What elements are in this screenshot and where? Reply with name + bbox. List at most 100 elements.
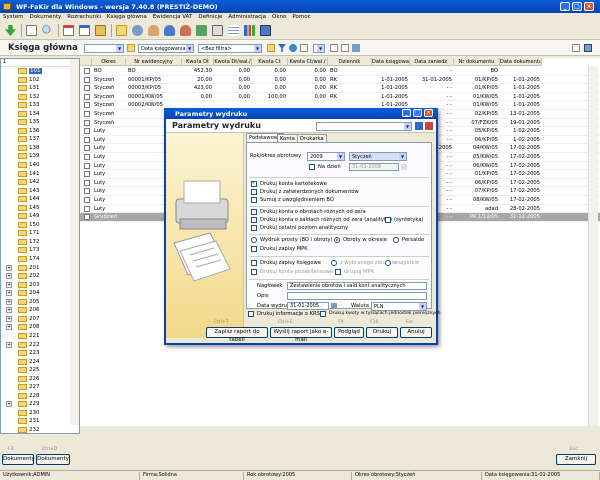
tree-item[interactable]: +205 bbox=[1, 298, 79, 307]
network-icon[interactable] bbox=[194, 23, 209, 38]
radio-wszystkie[interactable] bbox=[385, 260, 391, 266]
tree-item[interactable]: 230 bbox=[1, 409, 79, 418]
dialog-close-button[interactable]: × bbox=[424, 109, 433, 117]
opt-konta-kartotekowe[interactable] bbox=[251, 180, 257, 187]
chart-icon[interactable] bbox=[242, 23, 257, 38]
expand-icon[interactable]: + bbox=[6, 264, 12, 271]
tree-item[interactable]: +201 bbox=[1, 264, 79, 273]
folder-icon[interactable] bbox=[114, 23, 129, 38]
report-icon[interactable] bbox=[61, 23, 76, 38]
tree-item[interactable]: +208 bbox=[1, 323, 79, 332]
open-icon[interactable] bbox=[127, 44, 135, 52]
tree-item[interactable]: 131 bbox=[1, 84, 79, 93]
filter-icon[interactable] bbox=[278, 44, 286, 52]
row-checkbox[interactable] bbox=[84, 145, 90, 152]
tree-item[interactable]: 142 bbox=[1, 178, 79, 187]
tree-scrollbar[interactable] bbox=[70, 59, 79, 425]
menu-system[interactable]: System bbox=[0, 13, 27, 20]
account-tree[interactable]: 1 101 102 131 132 133 134 135 136 137 138 139 140 14… bbox=[0, 58, 80, 434]
tree-item[interactable]: 145 bbox=[1, 204, 79, 213]
page-icon[interactable] bbox=[300, 44, 308, 52]
tree-item[interactable]: 225 bbox=[1, 366, 79, 375]
row-checkbox[interactable] bbox=[84, 102, 90, 109]
opis-input[interactable] bbox=[287, 292, 427, 300]
settings-icon[interactable] bbox=[130, 23, 145, 38]
column-header[interactable]: Kwota Dt/wal./ bbox=[214, 58, 252, 66]
panel-toggle-icon[interactable] bbox=[584, 44, 592, 52]
column-header[interactable]: Data księgowania bbox=[372, 58, 410, 66]
tree-item[interactable]: 174 bbox=[1, 255, 79, 264]
tree-item[interactable]: 135 bbox=[1, 118, 79, 127]
row-checkbox[interactable] bbox=[84, 136, 90, 143]
column-header[interactable]: Data dokumentu bbox=[500, 58, 542, 66]
export-icon[interactable] bbox=[341, 44, 349, 52]
tree-item[interactable]: 140 bbox=[1, 161, 79, 170]
tree-item[interactable]: 173 bbox=[1, 246, 79, 255]
column-header[interactable]: Kwota Ct/wal./ bbox=[288, 58, 328, 66]
save-report-button[interactable]: Zapisz raport do tabeli bbox=[206, 327, 268, 343]
expand-icon[interactable]: + bbox=[6, 281, 12, 288]
opt-ostatni-poziom[interactable] bbox=[251, 225, 257, 231]
opt-salda-rozne[interactable] bbox=[251, 217, 257, 223]
table-row[interactable]: Styczeń 00003/KP/05 423,00 0,00 0,00 0,00 RK 1-… bbox=[80, 84, 600, 93]
book-icon[interactable] bbox=[258, 23, 273, 38]
tree-item[interactable]: +204 bbox=[1, 289, 79, 298]
radio-obroty-w-okresie[interactable] bbox=[334, 237, 340, 243]
naglowek-input[interactable]: Zestawienie obrotów i sald kont analityc… bbox=[287, 282, 427, 290]
radio-z-wybranego[interactable] bbox=[331, 260, 337, 266]
na-dzien-calendar-icon[interactable] bbox=[401, 164, 407, 170]
filter-combo[interactable]: <Bez filtra> ▼ bbox=[198, 44, 262, 53]
row-checkbox[interactable] bbox=[84, 205, 90, 212]
search-icon[interactable] bbox=[40, 23, 55, 38]
columns-setup-icon[interactable] bbox=[572, 44, 580, 52]
tree-item[interactable]: 101 bbox=[1, 67, 79, 76]
opt-sumuj-bo[interactable] bbox=[251, 197, 257, 203]
tree-item[interactable]: 143 bbox=[1, 187, 79, 196]
tree-item[interactable]: 132 bbox=[1, 93, 79, 102]
tree-item[interactable]: +229 bbox=[1, 400, 79, 409]
column-header[interactable]: Data zaniedz. bbox=[410, 58, 454, 66]
dialog-maximize-button[interactable]: □ bbox=[413, 109, 422, 117]
row-checkbox[interactable] bbox=[84, 162, 90, 169]
print-button[interactable]: Drukuj bbox=[366, 327, 398, 338]
tree-item[interactable]: 133 bbox=[1, 101, 79, 110]
calendar-icon[interactable] bbox=[77, 23, 92, 38]
tree-item[interactable]: 102 bbox=[1, 76, 79, 85]
tree-item[interactable]: +222 bbox=[1, 341, 79, 350]
tree-item[interactable]: 134 bbox=[1, 110, 79, 119]
tree-item[interactable]: 149 bbox=[1, 212, 79, 221]
opt-konta-pozabilansowe[interactable] bbox=[251, 269, 257, 275]
table-row[interactable]: BO BO 452,30 0,00 0,00 0,00 BO - BO bbox=[80, 67, 600, 76]
na-dzien-input[interactable]: 31-01-2009 bbox=[349, 163, 399, 171]
tree-item[interactable]: 171 bbox=[1, 229, 79, 238]
radio-wydruk-prosty[interactable] bbox=[251, 237, 257, 243]
maximize-button[interactable]: □ bbox=[572, 2, 582, 11]
tree-item[interactable]: 138 bbox=[1, 144, 79, 153]
tree-item[interactable]: 223 bbox=[1, 349, 79, 358]
email-report-button[interactable]: Wyślij raport jako e-mail bbox=[270, 327, 332, 343]
tree-item[interactable]: 139 bbox=[1, 152, 79, 161]
data-wydruku-input[interactable]: 31-01-2005 bbox=[287, 302, 329, 310]
expand-icon[interactable]: + bbox=[6, 341, 12, 348]
cancel-button[interactable]: Anuluj bbox=[400, 327, 432, 338]
print-icon[interactable] bbox=[330, 44, 338, 52]
column-header[interactable]: Kwota Ct bbox=[252, 58, 288, 66]
user-icon[interactable] bbox=[162, 23, 177, 38]
tree-item[interactable]: 150 bbox=[1, 221, 79, 230]
menu-okno[interactable]: Okno bbox=[269, 13, 289, 20]
opt-obroty-rozne[interactable] bbox=[251, 209, 257, 215]
row-checkbox[interactable] bbox=[84, 188, 90, 195]
register-icon[interactable] bbox=[93, 23, 108, 38]
tree-item[interactable]: +207 bbox=[1, 315, 79, 324]
data-calendar-icon[interactable] bbox=[331, 303, 337, 309]
tree-item[interactable]: 228 bbox=[1, 392, 79, 401]
menu-administracja[interactable]: Administracja bbox=[225, 13, 269, 20]
column-header[interactable]: Kwota Dt bbox=[182, 58, 214, 66]
expand-icon[interactable]: + bbox=[6, 315, 12, 322]
expand-icon[interactable]: + bbox=[6, 273, 12, 280]
columns-icon[interactable] bbox=[352, 44, 360, 52]
row-checkbox[interactable] bbox=[84, 154, 90, 160]
tree-item[interactable]: 141 bbox=[1, 170, 79, 179]
opt-zapisy-ksiegowe[interactable] bbox=[251, 260, 257, 266]
na-dzien-checkbox[interactable] bbox=[309, 164, 315, 170]
